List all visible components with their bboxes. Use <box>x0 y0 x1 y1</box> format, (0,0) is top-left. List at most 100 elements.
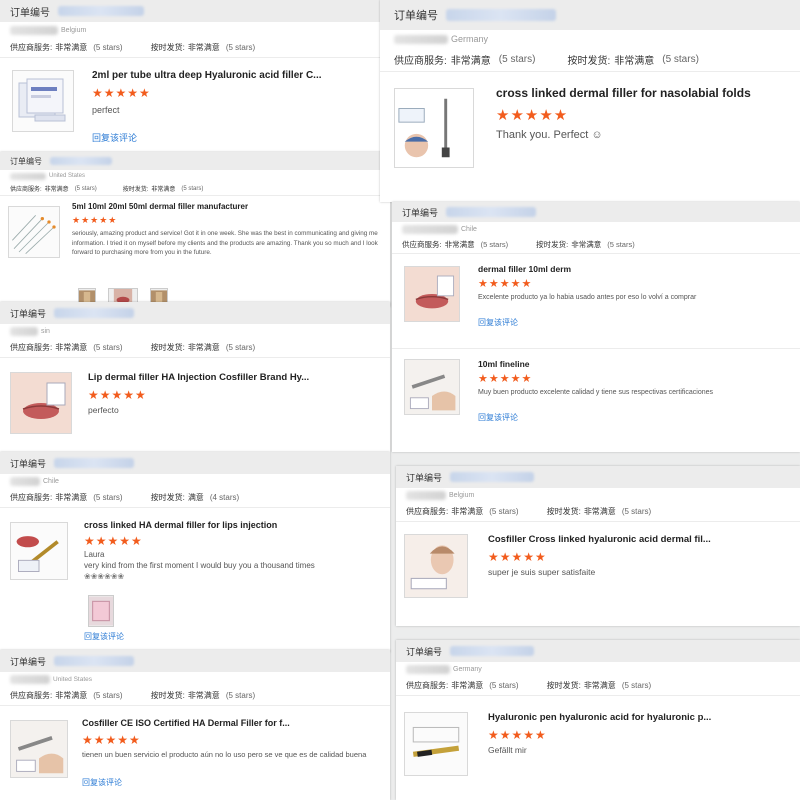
reply-link[interactable]: 回复该评论 <box>82 777 382 788</box>
rating-stars: ★★★★★ <box>72 215 118 225</box>
product-thumbnail[interactable] <box>404 534 468 598</box>
shipping-label: 按时发货: <box>150 691 185 700</box>
order-header: 订单编号 <box>396 466 800 488</box>
buyer-name-redacted <box>10 476 40 486</box>
product-title[interactable]: dermal filler 10ml derm <box>478 264 788 274</box>
product-info: 2ml per tube ultra deep Hyaluronic acid … <box>92 70 322 144</box>
order-number-label: 订单编号 <box>406 646 443 657</box>
shipping-label: 按时发货: <box>546 681 581 690</box>
buyer-name-redacted <box>406 490 446 500</box>
rating-stars: ★★★★★ <box>488 728 547 742</box>
shipping-value: 非常满意 <box>614 56 655 67</box>
shipping-label: 按时发货: <box>567 56 611 67</box>
buyer-location: Chile <box>0 474 390 488</box>
product-title[interactable]: Cosfiller CE ISO Certified HA Dermal Fil… <box>82 718 382 728</box>
supplier-service-stars: (5 stars) <box>93 493 123 502</box>
order-number-redacted <box>450 472 535 482</box>
supplier-service-stars: (5 stars) <box>74 185 97 192</box>
buyer-name-redacted <box>10 326 38 336</box>
product-info: 5ml 10ml 20ml 50ml dermal filler manufac… <box>72 202 384 258</box>
product-thumbnail[interactable] <box>404 712 468 776</box>
product-title[interactable]: 10ml fineline <box>478 359 788 369</box>
buyer-name-redacted <box>10 172 46 180</box>
product-title[interactable]: Hyaluronic pen hyaluronic acid for hyalu… <box>488 712 711 723</box>
supplier-service-value: 非常满意 <box>55 43 88 52</box>
review-card: 订单编号 Chile 供应商服务: 非常满意 (5 stars) 按时发货: 满… <box>0 452 390 652</box>
face-model-icon <box>405 535 467 597</box>
reply-link[interactable]: 回复该评论 <box>84 631 374 642</box>
review-emoji: ❀❀❀❀❀❀ <box>84 572 125 581</box>
shipping-value: 非常满意 <box>583 507 616 516</box>
product-title[interactable]: 5ml 10ml 20ml 50ml dermal filler manufac… <box>72 202 384 211</box>
review-photo[interactable] <box>88 595 114 627</box>
supplier-service-stars: (5 stars) <box>93 343 123 352</box>
face-injection-icon <box>395 89 473 167</box>
product-info: Cosfiller CE ISO Certified HA Dermal Fil… <box>82 718 382 788</box>
review-comment: Gefällt mir <box>488 745 527 755</box>
order-number-label: 订单编号 <box>10 308 47 319</box>
shipping-label: 按时发货: <box>546 507 581 516</box>
buyer-name-redacted <box>394 34 448 44</box>
product-title[interactable]: Cosfiller Cross linked hyaluronic acid d… <box>488 534 711 545</box>
product-thumbnail[interactable] <box>8 206 60 258</box>
rating-row: 供应商服务: 非常满意 (5 stars) 按时发货: 非常满意 (5 star… <box>0 338 390 358</box>
order-header: 订单编号 <box>380 0 800 30</box>
product-thumbnail[interactable] <box>10 720 68 778</box>
rating-row: 供应商服务: 非常满意 (5 stars) 按时发货: 非常满意 (5 star… <box>392 236 800 254</box>
review-card: 订单编号 Belgium 供应商服务: 非常满意 (5 stars) 按时发货:… <box>0 0 380 155</box>
package-photo-icon <box>89 596 113 626</box>
review-comment: Excelente producto ya lo habia usado ant… <box>478 294 697 301</box>
buyer-country: United States <box>53 675 93 683</box>
product-thumbnail[interactable] <box>10 522 68 580</box>
buyer-location: United States <box>0 170 390 182</box>
buyer-location: sin <box>0 324 390 338</box>
product-info: cross linked dermal filler for nasolabia… <box>496 86 751 141</box>
reply-link[interactable]: 回复该评论 <box>478 317 788 328</box>
product-title[interactable]: 2ml per tube ultra deep Hyaluronic acid … <box>92 70 322 81</box>
shipping-value: 非常满意 <box>187 691 220 700</box>
product-info: Lip dermal filler HA Injection Cosfiller… <box>88 372 309 415</box>
product-thumbnail[interactable] <box>404 359 460 415</box>
product-info: Hyaluronic pen hyaluronic acid for hyalu… <box>488 712 711 755</box>
supplier-service-label: 供应商服务: <box>10 187 42 193</box>
supplier-service-value: 非常满意 <box>451 507 484 516</box>
order-number-label: 订单编号 <box>10 656 47 667</box>
product-title[interactable]: cross linked dermal filler for nasolabia… <box>496 86 751 100</box>
rating-stars: ★★★★★ <box>82 733 141 747</box>
product-thumbnail[interactable] <box>10 372 72 434</box>
review-card: 订单编号 United States 供应商服务: 非常满意 (5 stars)… <box>0 152 390 307</box>
buyer-location: Belgium <box>0 22 380 38</box>
order-number-redacted <box>450 646 535 656</box>
review-card: 订单编号 United States 供应商服务: 非常满意 (5 stars)… <box>0 650 390 800</box>
order-header: 订单编号 <box>0 302 390 324</box>
shipping-stars: (5 stars) <box>607 240 635 249</box>
supplier-service-value: 非常满意 <box>55 691 88 700</box>
supplier-service-value: 非常满意 <box>55 493 88 502</box>
buyer-name-redacted <box>10 25 58 35</box>
product-thumbnail[interactable] <box>394 88 474 168</box>
supplier-service-value: 非常满意 <box>451 681 484 690</box>
product-title[interactable]: cross linked HA dermal filler for lips i… <box>84 520 374 530</box>
rating-row: 供应商服务: 非常满意 (5 stars) 按时发货: 非常满意 (5 star… <box>396 502 800 522</box>
lips-icon <box>405 267 459 321</box>
order-number-label: 订单编号 <box>402 207 439 218</box>
review-card: 订单编号 Germany 供应商服务: 非常满意 (5 stars) 按时发货:… <box>380 0 800 202</box>
product-thumbnail[interactable] <box>404 266 460 322</box>
reply-link[interactable]: 回复该评论 <box>478 412 788 423</box>
product-title[interactable]: Lip dermal filler HA Injection Cosfiller… <box>88 372 309 383</box>
product-review: 10ml fineline ★★★★★ Muy buen producto ex… <box>392 349 800 439</box>
order-number-redacted <box>54 308 135 318</box>
syringe-hand-icon <box>11 721 67 777</box>
order-header: 订单编号 <box>0 0 380 22</box>
buyer-country: Belgium <box>61 26 87 34</box>
product-thumbnail[interactable] <box>12 70 74 132</box>
buyer-country: Chile <box>461 225 477 233</box>
reply-link[interactable]: 回复该评论 <box>92 131 322 144</box>
product-info: Cosfiller Cross linked hyaluronic acid d… <box>488 534 711 577</box>
review-card: 订单编号 Belgium 供应商服务: 非常满意 (5 stars) 按时发货:… <box>396 466 800 626</box>
buyer-location: Chile <box>392 222 800 236</box>
rating-row: 供应商服务: 非常满意 (5 stars) 按时发货: 非常满意 (5 star… <box>0 686 390 706</box>
rating-stars: ★★★★★ <box>88 388 147 402</box>
reviewer-name: Laura <box>84 550 105 559</box>
shipping-value: 非常满意 <box>583 681 616 690</box>
